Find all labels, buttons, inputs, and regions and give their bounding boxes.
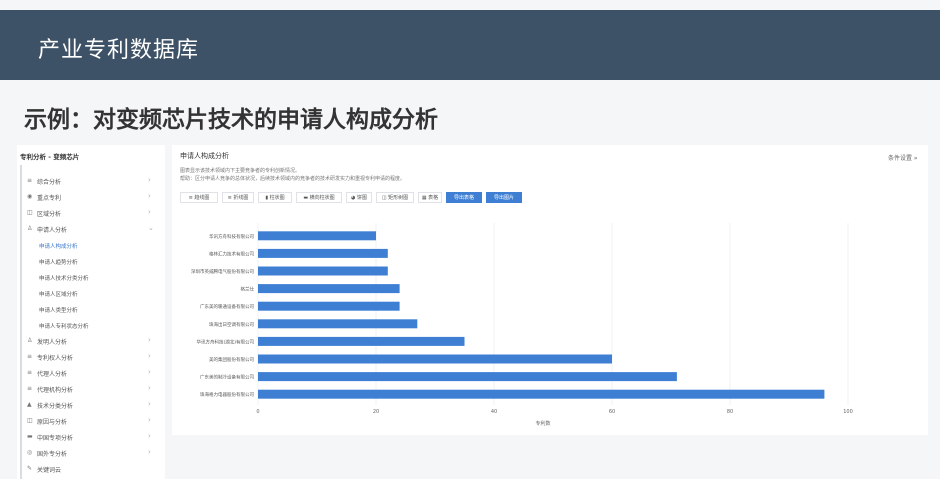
chevron-right-icon: ›	[148, 384, 151, 392]
sidebar-item-label: 关键词云	[37, 467, 62, 474]
sidebar: 专利分析 - 变频芯片 ≡ 综合分析 › ◉ 重点专利 › ◫ 区域分析 › ♙ 申请人分析 ⌄ 申请人…	[17, 145, 165, 479]
sidebar-item-label: 重点专利	[37, 195, 62, 202]
sidebar-subitem-label: 申请人技术分类分析	[39, 276, 89, 282]
sidebar-item-icon: ◎	[27, 449, 33, 456]
sidebar-item[interactable]: ◉ 重点专利 ›	[17, 189, 165, 205]
sidebar-item[interactable]: ◎ 国外专分析 ›	[17, 445, 165, 461]
sidebar-item[interactable]: ▬ 中国专项分析 ›	[17, 429, 165, 445]
page-subtitle: 示例：对变频芯片技术的申请人构成分析	[24, 106, 438, 133]
sidebar-subitem[interactable]: 申请人技术分类分析	[17, 269, 165, 285]
sidebar-item[interactable]: ≡ 代理人分析 ›	[17, 365, 165, 381]
x-tick-label: 20	[373, 409, 379, 415]
sidebar-item[interactable]: ≡ 专利权人分析 ›	[17, 349, 165, 365]
y-category-label: 华讯方舟科技(湖北)有限公司	[196, 338, 254, 345]
bar	[258, 231, 376, 241]
sidebar-item[interactable]: ✎ 关键词云	[17, 461, 165, 477]
app-title: 产业专利数据库	[38, 38, 200, 63]
sidebar-item-label: 综合分析	[37, 179, 62, 186]
chevron-right-icon: ›	[148, 336, 151, 344]
bar	[258, 336, 465, 346]
app-header: 产业专利数据库	[0, 10, 940, 80]
chevron-right-icon: ›	[148, 208, 151, 216]
sidebar-subitem-label: 申请人区域分析	[39, 292, 78, 298]
y-category-label: 珠海出日空调有限公司	[209, 321, 254, 328]
chevron-right-icon: ›	[148, 448, 151, 456]
sidebar-item[interactable]: ♙ 申请人分析 ⌄	[17, 221, 165, 237]
sidebar-item-label: 区域分析	[37, 211, 62, 218]
y-category-label: 广东美的暖通设备有限公司	[200, 303, 254, 310]
sidebar-item-icon: ▬	[27, 433, 33, 440]
sidebar-item-icon: ♙	[27, 225, 33, 232]
sidebar-subitem[interactable]: 申请人类型分析	[17, 301, 165, 317]
sidebar-item-label: 发明人分析	[37, 339, 68, 346]
y-category-label: 珠海格力电器股份有限公司	[200, 391, 254, 398]
sidebar-item-icon: ≡	[27, 369, 33, 376]
y-category-label: 广东美的制冷设备有限公司	[200, 374, 254, 381]
bar	[258, 389, 825, 399]
sidebar-item-label: 技术分类分析	[37, 403, 74, 410]
sidebar-item[interactable]: ◫ 区域分析 ›	[17, 205, 165, 221]
sidebar-item-icon: ≡	[27, 385, 33, 392]
x-tick-label: 100	[843, 409, 853, 415]
sidebar-item[interactable]: ▲ 技术分类分析 ›	[17, 397, 165, 413]
sidebar-item-icon: ♙	[27, 337, 33, 344]
x-tick-label: 60	[609, 409, 615, 415]
bar	[258, 372, 677, 382]
sidebar-item-label: 专利权人分析	[37, 355, 74, 362]
bar	[258, 354, 612, 364]
y-category-label: 深圳市英威腾电气股份有限公司	[191, 268, 254, 275]
bar	[258, 319, 418, 329]
sidebar-title: 专利分析 - 变频芯片	[20, 153, 80, 161]
sidebar-subitem[interactable]: 申请人趋势分析	[17, 253, 165, 269]
sidebar-item-label: 中国专项分析	[37, 435, 74, 442]
sidebar-item[interactable]: ♙ 发明人分析 ›	[17, 333, 165, 349]
y-category-label: 美的集团股份有限公司	[209, 356, 254, 363]
x-tick-label: 40	[491, 409, 497, 415]
sidebar-subitem[interactable]: 申请人区域分析	[17, 285, 165, 301]
y-category-label: 格兰仕	[241, 286, 255, 293]
sidebar-subitem-label: 申请人趋势分析	[39, 260, 78, 266]
sidebar-item-icon: ≡	[27, 177, 33, 184]
bar	[258, 301, 400, 311]
sidebar-item-label: 代理人分析	[37, 371, 68, 378]
sidebar-item-icon: ◫	[27, 209, 33, 216]
sidebar-item[interactable]: ◫ 原因与分析 ›	[17, 413, 165, 429]
x-tick-label: 80	[727, 409, 733, 415]
sidebar-item-label: 国外专分析	[37, 451, 68, 458]
chevron-right-icon: ›	[148, 400, 151, 408]
sidebar-subitem[interactable]: 申请人构成分析	[17, 237, 165, 253]
sidebar-item-icon: ✎	[27, 465, 33, 472]
y-category-label: 格林汇力技术有限公司	[209, 250, 254, 257]
chevron-right-icon: ›	[148, 192, 151, 200]
bar	[258, 266, 388, 276]
chevron-right-icon: ›	[148, 416, 151, 424]
sidebar-item-label: 原因与分析	[37, 419, 68, 426]
main-panel: 申请人构成分析 图表显示该技术领域内下主要竞争者的专利创新情况。 帮助：区分申请…	[172, 145, 928, 435]
chevron-right-icon: ›	[148, 432, 151, 440]
bar	[258, 248, 388, 258]
sidebar-subitem[interactable]: 申请人专利状态分析	[17, 317, 165, 333]
sidebar-item-label: 申请人分析	[37, 227, 68, 234]
sidebar-item-icon: ▲	[27, 401, 32, 408]
sidebar-item-label: 代理机构分析	[37, 387, 74, 394]
x-tick-label: 0	[256, 409, 259, 415]
chevron-right-icon: ›	[148, 352, 151, 360]
y-category-label: 华讯方舟科技有限公司	[209, 233, 254, 240]
sidebar-item-icon: ◉	[27, 193, 33, 200]
sidebar-item-icon: ◫	[27, 417, 33, 424]
sidebar-item-icon: ≡	[27, 353, 33, 360]
sidebar-subitem-label: 申请人类型分析	[39, 308, 78, 314]
sidebar-subitem-label: 申请人专利状态分析	[39, 324, 89, 330]
sidebar-subitem-label: 申请人构成分析	[39, 244, 78, 250]
sidebar-item[interactable]: ≡ 综合分析 ›	[17, 173, 165, 189]
chevron-right-icon: ›	[148, 176, 151, 184]
sidebar-item[interactable]: ≡ 代理机构分析 ›	[17, 381, 165, 397]
bar	[258, 284, 400, 294]
chevron-down-icon: ⌄	[148, 224, 154, 232]
x-axis-label: 专利数	[535, 420, 550, 427]
chevron-right-icon: ›	[148, 368, 151, 376]
bar-chart: 0 20 40 60 80 100 华讯方舟科技有限公司格林汇力技术有限公司深圳市英威腾电气…	[191, 223, 853, 427]
